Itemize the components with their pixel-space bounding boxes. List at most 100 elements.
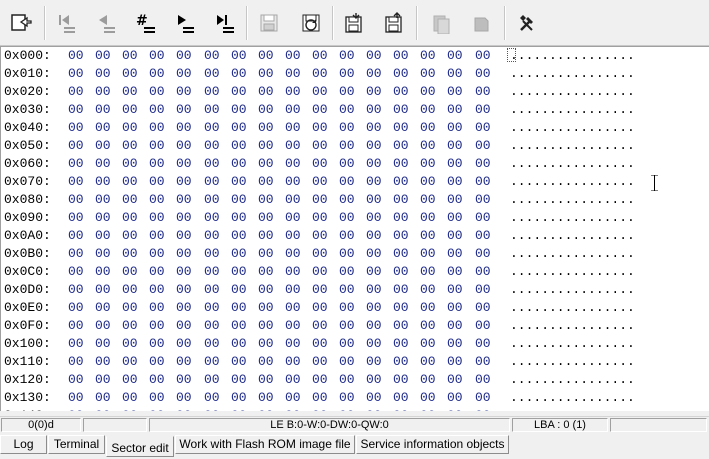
hex-byte[interactable]: 00 xyxy=(420,300,436,315)
hex-byte[interactable]: 00 xyxy=(176,264,192,279)
hex-byte[interactable]: 00 xyxy=(95,300,111,315)
hex-byte[interactable]: 00 xyxy=(339,408,355,411)
hex-byte[interactable]: 00 xyxy=(285,246,301,261)
hex-byte[interactable]: 00 xyxy=(95,408,111,411)
hex-row-ascii[interactable]: ................ xyxy=(510,354,635,369)
hex-byte[interactable]: 00 xyxy=(122,264,138,279)
hex-byte[interactable]: 00 xyxy=(475,408,491,411)
hex-byte[interactable]: 00 xyxy=(447,264,463,279)
hex-byte[interactable]: 00 xyxy=(231,210,247,225)
hex-byte[interactable]: 00 xyxy=(420,120,436,135)
hex-byte[interactable]: 00 xyxy=(420,336,436,351)
hex-byte[interactable]: 00 xyxy=(258,210,274,225)
hex-byte[interactable]: 00 xyxy=(231,192,247,207)
hex-byte[interactable]: 00 xyxy=(366,102,382,117)
hex-byte[interactable]: 00 xyxy=(68,174,84,189)
hex-byte[interactable]: 00 xyxy=(312,174,328,189)
save-button[interactable] xyxy=(252,5,286,41)
hex-row-ascii[interactable]: ................ xyxy=(510,102,635,117)
hex-byte[interactable]: 00 xyxy=(447,336,463,351)
hex-byte[interactable]: 00 xyxy=(420,84,436,99)
hex-byte[interactable]: 00 xyxy=(204,210,220,225)
hex-byte[interactable]: 00 xyxy=(231,336,247,351)
hex-byte[interactable]: 00 xyxy=(95,120,111,135)
hex-byte[interactable]: 00 xyxy=(176,138,192,153)
hex-byte[interactable]: 00 xyxy=(204,102,220,117)
hex-byte[interactable]: 00 xyxy=(122,300,138,315)
hex-byte[interactable]: 00 xyxy=(339,66,355,81)
hex-byte[interactable]: 00 xyxy=(393,102,409,117)
hex-byte[interactable]: 00 xyxy=(475,264,491,279)
hex-byte[interactable]: 00 xyxy=(149,372,165,387)
hex-byte[interactable]: 00 xyxy=(176,192,192,207)
hex-byte[interactable]: 00 xyxy=(149,300,165,315)
hex-byte[interactable]: 00 xyxy=(95,102,111,117)
hex-byte[interactable]: 00 xyxy=(312,354,328,369)
hex-byte[interactable]: 00 xyxy=(95,138,111,153)
hex-byte[interactable]: 00 xyxy=(204,354,220,369)
hex-byte[interactable]: 00 xyxy=(149,318,165,333)
hex-byte[interactable]: 00 xyxy=(149,264,165,279)
hex-byte[interactable]: 00 xyxy=(339,192,355,207)
hex-byte[interactable]: 00 xyxy=(149,282,165,297)
hex-byte[interactable]: 00 xyxy=(149,192,165,207)
hex-byte[interactable]: 00 xyxy=(231,300,247,315)
hex-byte[interactable]: 00 xyxy=(122,318,138,333)
hex-byte[interactable]: 00 xyxy=(393,408,409,411)
hex-byte[interactable]: 00 xyxy=(366,120,382,135)
hex-byte[interactable]: 00 xyxy=(122,138,138,153)
hex-byte[interactable]: 00 xyxy=(285,318,301,333)
hex-byte[interactable]: 00 xyxy=(285,66,301,81)
hex-byte[interactable]: 00 xyxy=(475,372,491,387)
hex-byte[interactable]: 00 xyxy=(231,120,247,135)
hex-byte[interactable]: 00 xyxy=(447,318,463,333)
hex-byte[interactable]: 00 xyxy=(204,174,220,189)
hex-byte[interactable]: 00 xyxy=(204,120,220,135)
hex-byte[interactable]: 00 xyxy=(420,408,436,411)
hex-byte[interactable]: 00 xyxy=(339,372,355,387)
hex-byte[interactable]: 00 xyxy=(204,138,220,153)
hex-byte[interactable]: 00 xyxy=(204,372,220,387)
hex-byte[interactable]: 00 xyxy=(312,228,328,243)
hex-byte[interactable]: 00 xyxy=(176,174,192,189)
hex-byte[interactable]: 00 xyxy=(204,192,220,207)
hex-byte[interactable]: 00 xyxy=(366,318,382,333)
hex-byte[interactable]: 00 xyxy=(475,354,491,369)
hex-byte[interactable]: 00 xyxy=(312,300,328,315)
hex-byte[interactable]: 00 xyxy=(285,138,301,153)
hex-byte[interactable]: 00 xyxy=(339,210,355,225)
hex-byte[interactable]: 00 xyxy=(420,390,436,405)
hex-byte[interactable]: 00 xyxy=(475,48,491,63)
hex-byte[interactable]: 00 xyxy=(366,372,382,387)
hex-byte[interactable]: 00 xyxy=(475,336,491,351)
hex-byte[interactable]: 00 xyxy=(339,264,355,279)
hex-byte[interactable]: 00 xyxy=(447,120,463,135)
hex-byte[interactable]: 00 xyxy=(285,282,301,297)
hex-byte[interactable]: 00 xyxy=(393,300,409,315)
hex-byte[interactable]: 00 xyxy=(366,264,382,279)
hex-byte[interactable]: 00 xyxy=(231,318,247,333)
hex-byte[interactable]: 00 xyxy=(393,246,409,261)
hex-byte[interactable]: 00 xyxy=(68,228,84,243)
hex-byte[interactable]: 00 xyxy=(475,102,491,117)
hex-byte[interactable]: 00 xyxy=(122,66,138,81)
hex-byte[interactable]: 00 xyxy=(447,66,463,81)
hex-byte[interactable]: 00 xyxy=(231,282,247,297)
hex-byte[interactable]: 00 xyxy=(285,174,301,189)
hex-byte[interactable]: 00 xyxy=(393,282,409,297)
hex-byte[interactable]: 00 xyxy=(285,372,301,387)
hex-byte[interactable]: 00 xyxy=(447,210,463,225)
hex-row-ascii[interactable]: ................ xyxy=(510,246,635,261)
hex-byte[interactable]: 00 xyxy=(393,336,409,351)
tab-service-information-objects[interactable]: Service information objects xyxy=(356,435,509,454)
hex-byte[interactable]: 00 xyxy=(176,228,192,243)
hex-byte[interactable]: 00 xyxy=(149,408,165,411)
hex-byte[interactable]: 00 xyxy=(176,354,192,369)
hex-byte[interactable]: 00 xyxy=(258,102,274,117)
hex-byte[interactable]: 00 xyxy=(312,138,328,153)
hex-byte[interactable]: 00 xyxy=(176,66,192,81)
hex-byte[interactable]: 00 xyxy=(258,246,274,261)
hex-byte[interactable]: 00 xyxy=(95,174,111,189)
hex-byte[interactable]: 00 xyxy=(204,264,220,279)
hex-byte[interactable]: 00 xyxy=(339,138,355,153)
